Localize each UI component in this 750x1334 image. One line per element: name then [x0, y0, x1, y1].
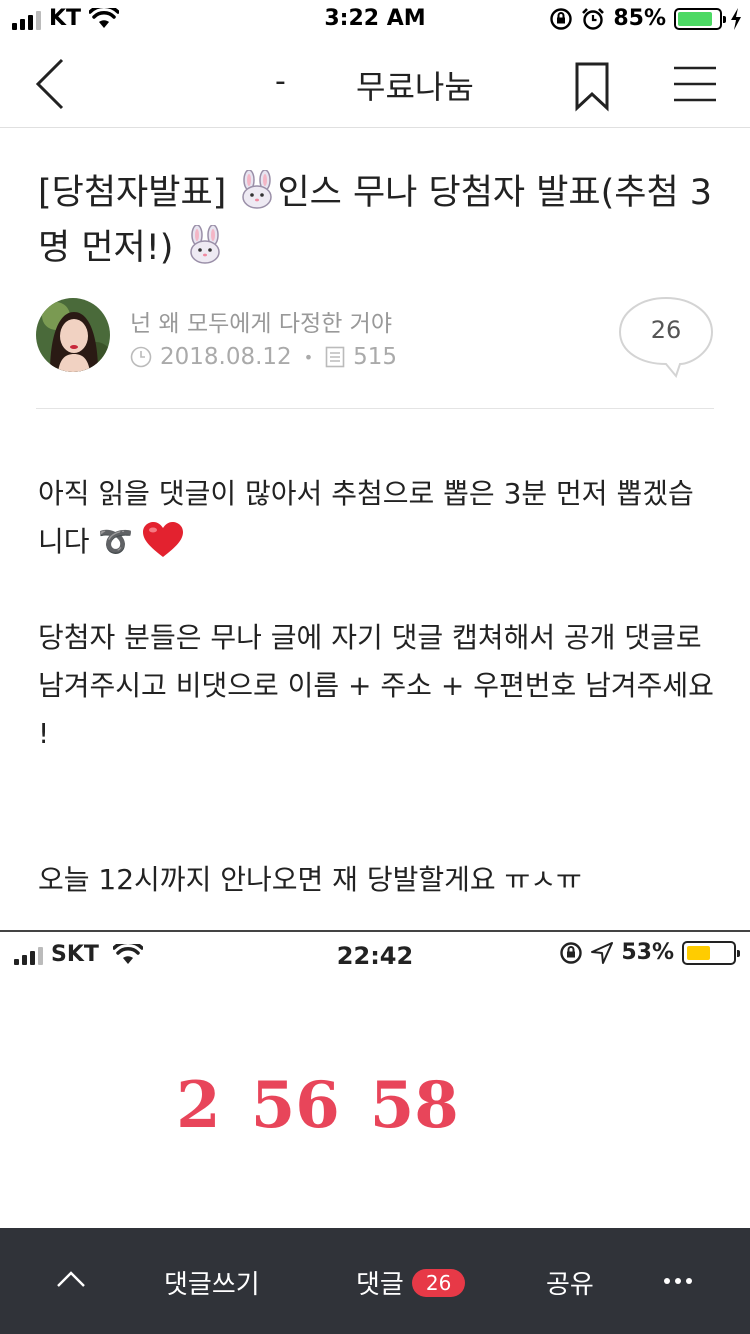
post-meta: 2018.08.12 • 515: [130, 344, 397, 370]
drawn-number: 2: [176, 1068, 221, 1143]
board-title[interactable]: 무료나눔: [356, 62, 474, 108]
nav-separator: -: [275, 64, 286, 99]
drawn-number: 56: [250, 1068, 340, 1143]
embedded-status-right: 53%: [559, 940, 740, 965]
battery-icon: [674, 7, 726, 30]
views-icon: [325, 346, 345, 368]
paragraph-text: 아직 읽을 댓글이 많아서 추첨으로 뽑은 3분 먼저 뽑겠습니다 ➰: [38, 477, 694, 558]
battery-level: [678, 11, 712, 26]
comments-label: 댓글: [356, 1270, 404, 1300]
status-bar: KT 3:22 AM 85%: [0, 0, 750, 40]
rotation-lock-icon: [550, 7, 573, 30]
post-date: 2018.08.12: [160, 344, 292, 370]
bookmark-icon[interactable]: [570, 60, 614, 112]
body-paragraph-2: 당첨자 분들은 무나 글에 자기 댓글 캡쳐해서 공개 댓글로 남겨주시고 비댓…: [38, 621, 714, 750]
rabbit-face-icon: [242, 170, 273, 209]
share-button[interactable]: 공유: [546, 1264, 594, 1301]
charging-icon: [731, 7, 741, 30]
comments-button[interactable]: 댓글 26: [356, 1264, 466, 1301]
embedded-battery-percent: 53%: [621, 940, 674, 965]
scroll-up-icon[interactable]: [54, 1268, 88, 1290]
meta-separator: •: [303, 347, 314, 367]
article-title: [당첨자발표] 인스 무나 당첨자 발표(추첨 3명 먼저!): [38, 166, 718, 276]
body-paragraph-3: 오늘 12시까지 안나오면 재 당발할게요 ㅠㅅㅠ: [38, 863, 582, 896]
comments-badge: 26: [411, 1269, 466, 1297]
location-arrow-icon: [591, 941, 614, 964]
alarm-icon: [582, 7, 605, 30]
menu-icon[interactable]: [672, 64, 718, 104]
more-icon[interactable]: [664, 1278, 692, 1284]
drawn-number: 58: [369, 1068, 459, 1143]
title-tag: [당첨자발표]: [38, 173, 238, 213]
divider: [36, 408, 714, 409]
heart-icon: [143, 522, 184, 557]
bottom-toolbar: 댓글쓰기 댓글 26 공유: [0, 1228, 750, 1334]
body-paragraph-1: 아직 읽을 댓글이 많아서 추첨으로 뽑은 3분 먼저 뽑겠습니다 ➰: [38, 470, 718, 566]
nav-bar: - 무료나눔: [0, 40, 750, 128]
battery-percent: 85%: [613, 6, 666, 31]
author-name[interactable]: 넌 왜 모두에게 다정한 거야: [130, 304, 392, 338]
embedded-screenshot: SKT 22:42 53% 2 56 58: [0, 930, 750, 1228]
back-icon[interactable]: [28, 56, 78, 112]
clock-icon: [130, 346, 152, 368]
write-comment-button[interactable]: 댓글쓰기: [164, 1264, 260, 1301]
battery-icon: [682, 940, 740, 965]
rotation-lock-icon: [560, 941, 583, 964]
battery-level: [687, 945, 711, 960]
comment-count[interactable]: 26: [618, 316, 714, 344]
drawn-numbers: 2 56 58: [0, 1068, 750, 1143]
status-right: 85%: [549, 6, 742, 31]
author-avatar[interactable]: [36, 298, 110, 372]
rabbit-face-icon-2: [189, 225, 220, 264]
view-count: 515: [353, 344, 398, 370]
